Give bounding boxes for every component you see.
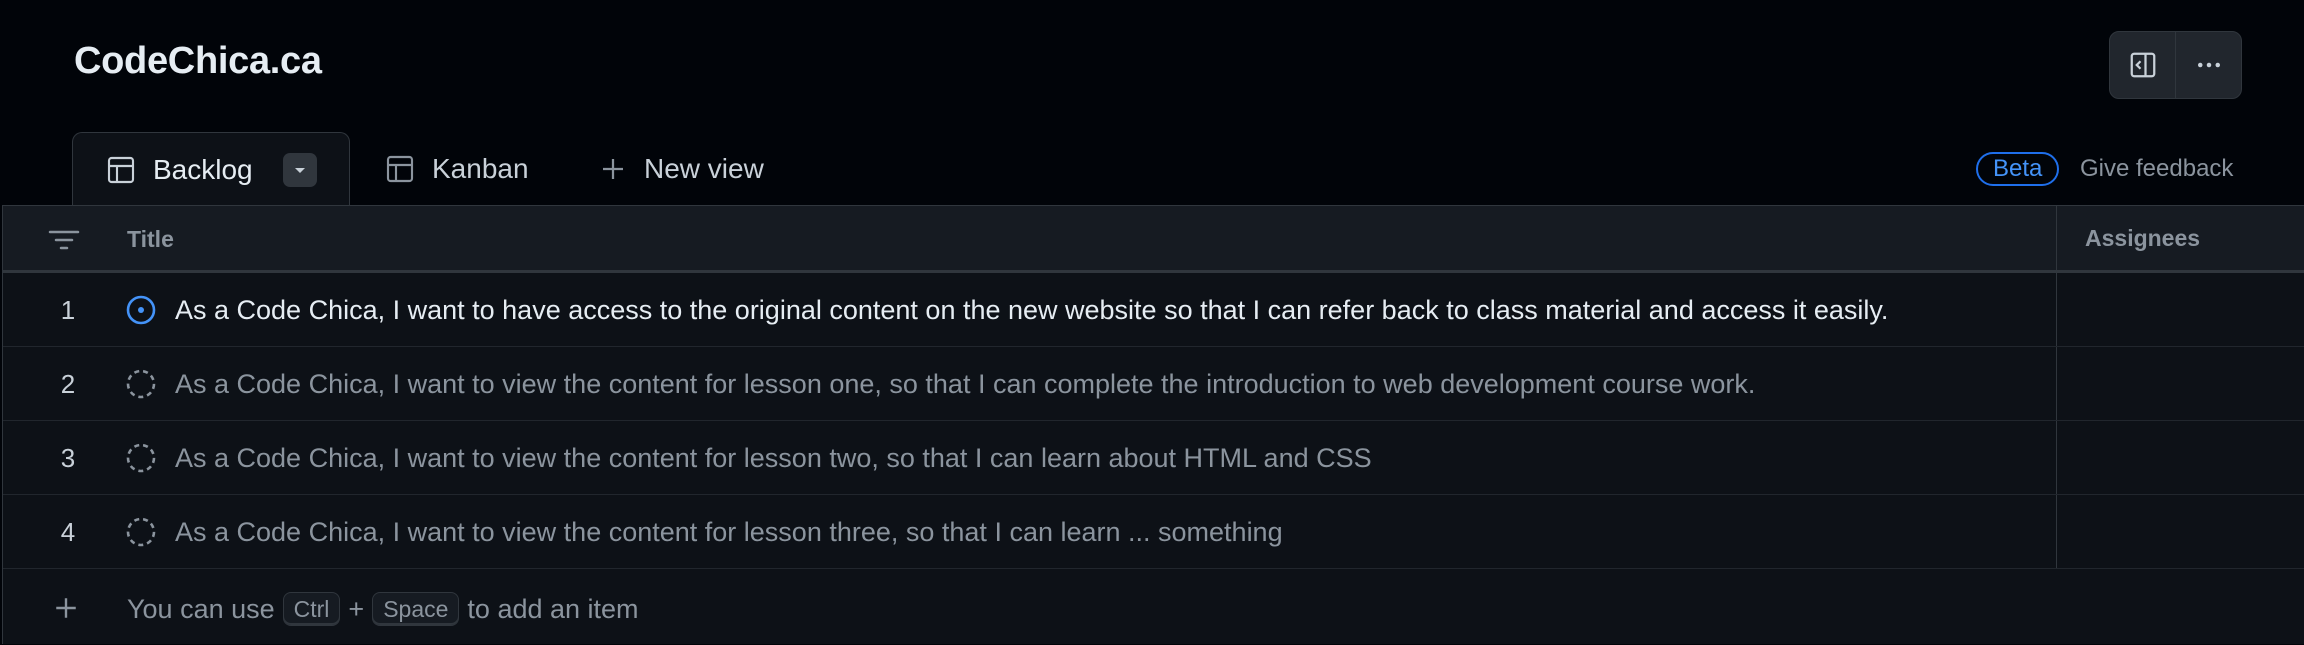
plus-icon — [598, 154, 628, 184]
tab-kanban-label: Kanban — [432, 153, 529, 184]
draft-issue-icon — [125, 442, 157, 474]
table-icon — [105, 154, 137, 186]
triangle-down-icon — [294, 168, 305, 173]
top-actions-group — [2109, 31, 2242, 99]
assignees-cell[interactable] — [2056, 273, 2057, 346]
space-key: Space — [372, 592, 460, 626]
sidebar-panel-icon — [2130, 52, 2155, 78]
row-number: 3 — [60, 443, 76, 473]
row-title[interactable]: As a Code Chica, I want to view the cont… — [175, 369, 1755, 400]
table-row[interactable]: 2 As a Code Chica, I want to view the co… — [3, 347, 2304, 421]
filter-icon[interactable] — [47, 228, 81, 257]
assignees-cell[interactable] — [2056, 421, 2057, 494]
row-title[interactable]: As a Code Chica, I want to view the cont… — [175, 443, 1372, 474]
give-feedback-link[interactable]: Give feedback — [2080, 155, 2233, 183]
row-number: 4 — [60, 517, 76, 547]
table-row[interactable]: 3 As a Code Chica, I want to view the co… — [3, 421, 2304, 495]
table-row[interactable]: 1 As a Code Chica, I want to have access… — [3, 273, 2304, 347]
add-item-hint: You can use Ctrl + Space to add an item — [127, 592, 639, 626]
kebab-horizontal-icon — [2197, 62, 2220, 68]
row-number: 2 — [60, 369, 76, 399]
draft-issue-icon — [125, 368, 157, 400]
row-number: 1 — [60, 295, 76, 325]
project-title: CodeChica.ca — [74, 40, 322, 82]
toggle-side-panel-button[interactable] — [2110, 32, 2175, 98]
table-row[interactable]: 4 As a Code Chica, I want to view the co… — [3, 495, 2304, 569]
assignees-cell[interactable] — [2056, 495, 2057, 568]
add-item-prefix: You can use — [127, 593, 275, 624]
open-issue-icon — [125, 294, 157, 326]
tab-backlog[interactable]: Backlog — [72, 132, 350, 207]
add-item-row[interactable]: You can use Ctrl + Space to add an item — [3, 570, 2304, 645]
draft-issue-icon — [125, 516, 157, 548]
tab-kanban[interactable]: Kanban — [384, 132, 529, 206]
table-header: Title Assignees — [3, 206, 2304, 273]
column-header-title[interactable]: Title — [127, 226, 174, 253]
table-icon — [384, 153, 416, 185]
new-view-label: New view — [644, 153, 764, 184]
view-options-dropdown-button[interactable] — [282, 153, 317, 187]
row-title[interactable]: As a Code Chica, I want to have access t… — [175, 295, 1888, 326]
plus-icon[interactable] — [53, 595, 79, 626]
ctrl-key: Ctrl — [282, 592, 341, 626]
add-item-suffix: to add an item — [467, 593, 639, 624]
table-grid: Title Assignees 1 As a Code Chica, I wan… — [2, 205, 2304, 644]
new-view-button[interactable]: New view — [598, 132, 764, 206]
tab-backlog-label: Backlog — [153, 154, 253, 185]
key-plus: + — [348, 593, 365, 624]
beta-badge: Beta — [1976, 152, 2060, 186]
column-header-assignees[interactable]: Assignees — [2056, 206, 2200, 270]
row-title[interactable]: As a Code Chica, I want to view the cont… — [175, 517, 1283, 548]
more-options-button[interactable] — [2175, 32, 2241, 98]
assignees-cell[interactable] — [2056, 347, 2057, 420]
